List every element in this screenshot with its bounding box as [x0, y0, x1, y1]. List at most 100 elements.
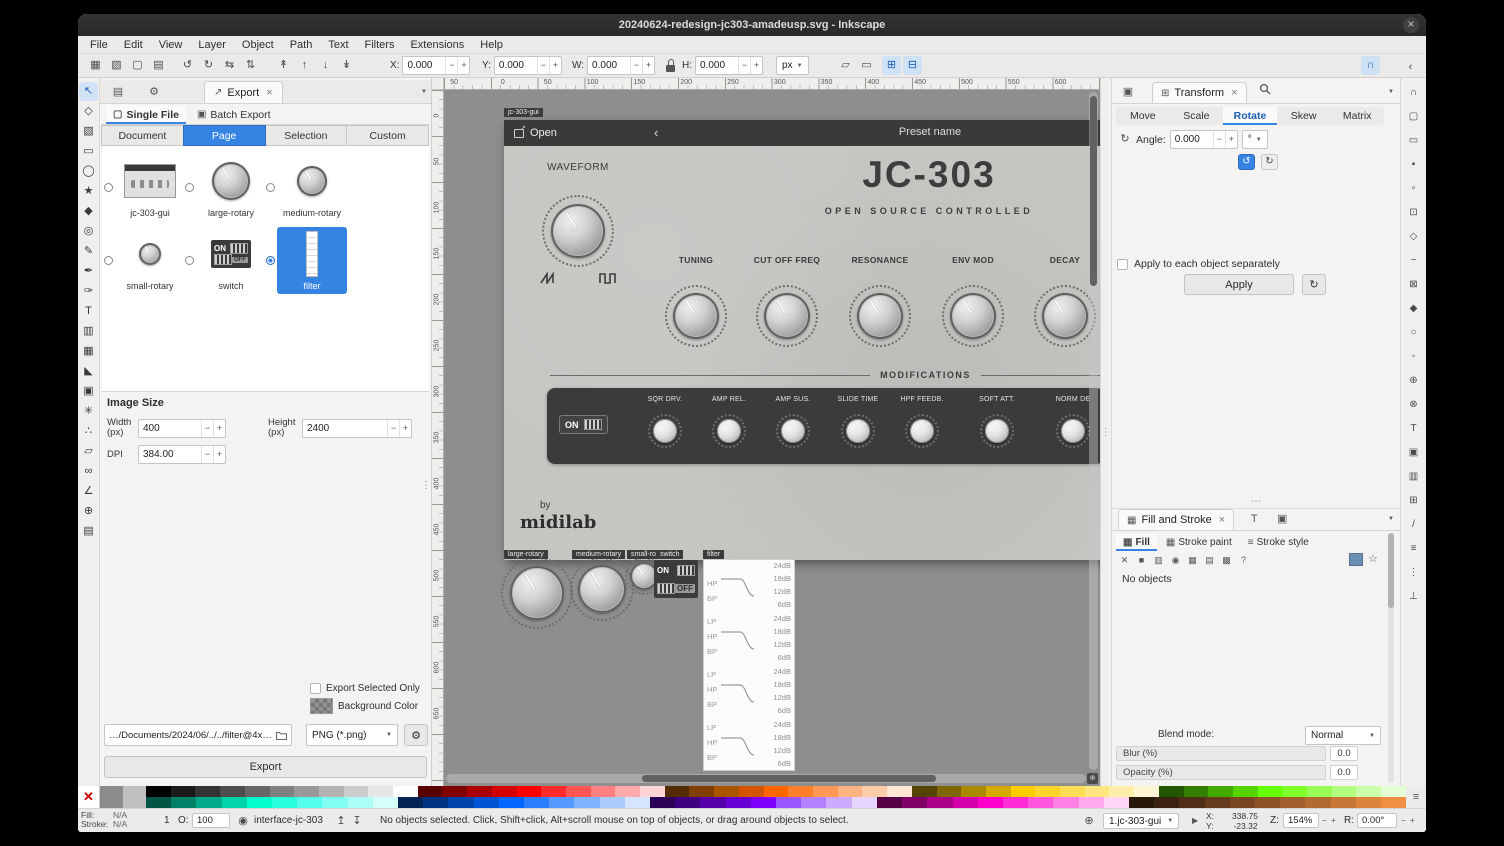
- opacity-value[interactable]: 0.0: [1330, 765, 1358, 780]
- palette-swatch[interactable]: [826, 797, 851, 808]
- palette-swatch[interactable]: [220, 786, 245, 797]
- snap-smooth-nodes-icon[interactable]: ○: [1405, 324, 1423, 342]
- menu-filters[interactable]: Filters: [357, 36, 403, 54]
- palette-swatch[interactable]: [1079, 797, 1104, 808]
- palette-swatch[interactable]: [961, 786, 986, 797]
- layer-select[interactable]: 1.jc-303-gui▼: [1103, 813, 1179, 829]
- area-tab-custom[interactable]: Custom: [346, 125, 429, 146]
- canvas-viewport[interactable]: jc-303-gui Open ‹ Preset name WAVEFORM J…: [444, 90, 1100, 786]
- opacity-slider[interactable]: Opacity (%): [1116, 765, 1326, 780]
- palette-swatch[interactable]: [877, 797, 902, 808]
- snap-line-midpoints-icon[interactable]: ◦: [1405, 348, 1423, 366]
- export-button[interactable]: Export: [104, 756, 427, 778]
- palette-swatch[interactable]: [739, 786, 764, 797]
- snap-enabled-icon[interactable]: ∩: [1405, 84, 1423, 102]
- lock-dimensions-icon[interactable]: [666, 59, 675, 72]
- box-3d-icon[interactable]: ◆: [79, 202, 98, 221]
- close-transform-tab-icon[interactable]: ×: [1231, 87, 1237, 99]
- canvas-corner-zoom-icon[interactable]: ⊕: [1087, 773, 1098, 784]
- palette-swatch[interactable]: [517, 786, 542, 797]
- zoom-increment[interactable]: +: [1331, 816, 1336, 825]
- rectangle-icon[interactable]: ▭: [79, 142, 98, 161]
- deselect-icon[interactable]: ▢: [128, 56, 147, 75]
- palette-swatch[interactable]: [650, 797, 675, 808]
- mesh-gradient-icon[interactable]: ▦: [79, 342, 98, 361]
- snap-grids-icon[interactable]: ⊞: [1405, 492, 1423, 510]
- height-input[interactable]: 0.000−+: [695, 56, 763, 75]
- fs-tab-stroke-paint[interactable]: ▦Stroke paint: [1159, 534, 1239, 551]
- palette-swatch[interactable]: [1134, 786, 1159, 797]
- h-value[interactable]: 0.000: [696, 60, 738, 71]
- export-settings-gear-icon[interactable]: ⚙: [404, 724, 428, 746]
- palette-swatch[interactable]: [348, 797, 373, 808]
- w-increment[interactable]: +: [642, 57, 654, 74]
- h-decrement[interactable]: −: [738, 57, 750, 74]
- zoom-decrement[interactable]: −: [1322, 816, 1327, 825]
- transform-tab-rotate[interactable]: Rotate: [1223, 107, 1277, 125]
- palette-swatch[interactable]: [1053, 797, 1078, 808]
- transform-tab-skew[interactable]: Skew: [1277, 107, 1331, 125]
- palette-swatch[interactable]: [398, 797, 423, 808]
- pencil-icon[interactable]: ✎: [79, 242, 98, 261]
- paint-mesh-icon[interactable]: ▩: [1219, 553, 1234, 567]
- palette-swatch[interactable]: [1331, 797, 1356, 808]
- menu-extensions[interactable]: Extensions: [402, 36, 472, 54]
- current-layer-name[interactable]: interface-jc-303: [254, 815, 323, 826]
- palette-menu-icon[interactable]: ≡: [1406, 786, 1426, 808]
- palette-swatch[interactable]: [640, 786, 665, 797]
- menu-object[interactable]: Object: [234, 36, 282, 54]
- export-selected-only-row[interactable]: Export Selected Only: [310, 683, 420, 694]
- rotate-clockwise-icon[interactable]: ↻: [1261, 154, 1278, 170]
- x-decrement[interactable]: −: [445, 57, 457, 74]
- angle-input[interactable]: 0.000−+: [1170, 130, 1238, 149]
- palette-swatch[interactable]: [442, 786, 467, 797]
- blur-slider[interactable]: Blur (%): [1116, 746, 1326, 761]
- palette-swatch[interactable]: [319, 786, 344, 797]
- export-height-increment[interactable]: +: [399, 420, 411, 437]
- swatches-dialog-tab-icon[interactable]: ▣: [1272, 510, 1292, 528]
- export-item-radio[interactable]: [266, 256, 275, 265]
- export-item-jc-303-gui[interactable]: jc-303-gui: [104, 154, 185, 221]
- palette-swatch[interactable]: [937, 786, 962, 797]
- export-item-medium-rotary[interactable]: medium-rotary: [266, 154, 347, 221]
- palette-swatch[interactable]: [393, 786, 418, 797]
- gradient-icon[interactable]: ▥: [79, 322, 98, 341]
- palette-swatch[interactable]: [423, 797, 448, 808]
- lower-icon[interactable]: ↓: [316, 56, 335, 75]
- shape-builder-icon[interactable]: ▧: [79, 122, 98, 141]
- export-dpi-increment[interactable]: +: [213, 446, 225, 463]
- w-value[interactable]: 0.000: [588, 60, 630, 71]
- menu-path[interactable]: Path: [282, 36, 321, 54]
- palette-swatch[interactable]: [294, 786, 319, 797]
- paint-bucket-icon[interactable]: ▣: [79, 382, 98, 401]
- palette-swatch[interactable]: [625, 797, 650, 808]
- flip-horizontal-icon[interactable]: ⇆: [220, 56, 239, 75]
- palette-swatch[interactable]: [499, 797, 524, 808]
- palette-swatch[interactable]: [953, 797, 978, 808]
- palette-swatch[interactable]: [665, 786, 690, 797]
- y-value[interactable]: 0.000: [495, 60, 537, 71]
- transform-patterns-icon[interactable]: ⊟: [903, 56, 922, 75]
- export-dpi-input[interactable]: 384.00−+: [138, 445, 226, 464]
- fs-menu-caret-icon[interactable]: ▼: [1388, 516, 1394, 522]
- palette-swatch[interactable]: [615, 786, 640, 797]
- move-to-layer-above-icon[interactable]: ↥: [334, 812, 348, 831]
- palette-swatch[interactable]: [524, 797, 549, 808]
- raise-icon[interactable]: ↑: [295, 56, 314, 75]
- snap-distribution-icon[interactable]: ⋮: [1405, 564, 1423, 582]
- paint-radial-gradient-icon[interactable]: ◉: [1168, 553, 1183, 567]
- apply-each-checkbox[interactable]: [1117, 259, 1128, 270]
- connector-icon[interactable]: ∞: [79, 462, 98, 481]
- palette-swatch[interactable]: [838, 786, 863, 797]
- export-item-radio[interactable]: [104, 183, 113, 192]
- palette-swatch[interactable]: [1154, 797, 1179, 808]
- zoom-icon[interactable]: ⊕: [79, 502, 98, 521]
- palette-swatch[interactable]: [247, 797, 272, 808]
- palette-swatch[interactable]: [700, 797, 725, 808]
- node-editor-icon[interactable]: ◇: [79, 102, 98, 121]
- y-input[interactable]: 0.000−+: [494, 56, 562, 75]
- palette-swatch[interactable]: [1233, 786, 1258, 797]
- menu-help[interactable]: Help: [472, 36, 511, 54]
- palette-swatch[interactable]: [1356, 786, 1381, 797]
- palette-swatch[interactable]: [171, 786, 196, 797]
